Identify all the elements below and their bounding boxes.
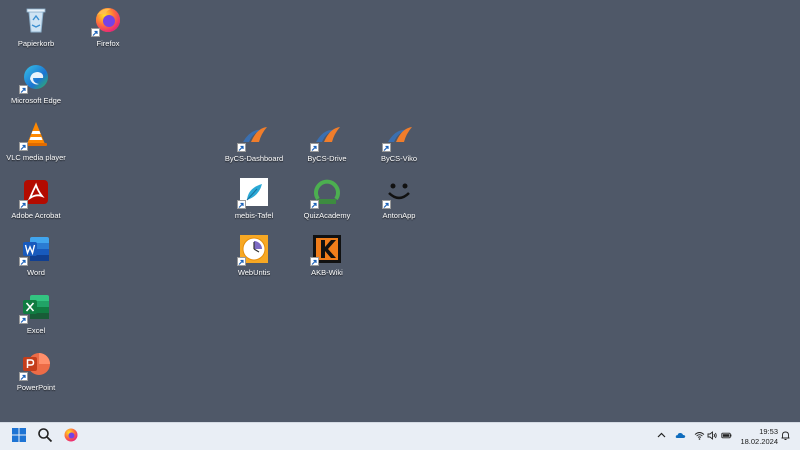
desktop-icon-bycs-dashboard[interactable]: ByCS-Dashboard xyxy=(214,119,294,171)
shortcut-arrow-icon xyxy=(310,143,319,152)
desktop-icon-firefox[interactable]: Firefox xyxy=(68,4,148,56)
wifi-icon xyxy=(694,428,705,446)
shortcut-arrow-icon xyxy=(19,85,28,94)
desktop-icon-edge[interactable]: Microsoft Edge xyxy=(0,61,76,113)
notifications-button[interactable] xyxy=(779,431,791,443)
firefox-icon xyxy=(91,4,124,37)
desktop-icon-label: Papierkorb xyxy=(17,39,55,48)
desktop-icon-vlc[interactable]: VLC media player xyxy=(0,118,76,170)
edge-icon xyxy=(19,61,52,94)
quizacademy-icon xyxy=(310,176,343,209)
shortcut-arrow-icon xyxy=(19,257,28,266)
chevron-up-icon xyxy=(656,428,667,446)
desktop-icon-bycs-drive[interactable]: ByCS-Drive xyxy=(287,119,367,171)
shortcut-arrow-icon xyxy=(310,200,319,209)
taskbar-firefox-button[interactable] xyxy=(60,426,82,448)
search-button[interactable] xyxy=(34,426,56,448)
akb-wiki-icon xyxy=(310,233,343,266)
shortcut-arrow-icon xyxy=(19,315,28,324)
desktop-icon-acrobat[interactable]: Adobe Acrobat xyxy=(0,176,76,228)
shortcut-arrow-icon xyxy=(237,143,246,152)
taskbar-clock[interactable]: 19:53 18.02.2024 xyxy=(736,427,778,447)
vlc-icon xyxy=(19,118,52,151)
start-button[interactable] xyxy=(8,426,30,448)
onedrive-icon xyxy=(675,428,686,446)
powerpoint-icon xyxy=(19,348,52,381)
desktop-icon-label: VLC media player xyxy=(6,153,66,162)
desktop-icon-word[interactable]: Word xyxy=(0,233,76,285)
shortcut-arrow-icon xyxy=(382,143,391,152)
desktop-icon-webuntis[interactable]: WebUntis xyxy=(214,233,294,285)
network-button[interactable] xyxy=(693,431,705,443)
desktop-icon-powerpoint[interactable]: PowerPoint xyxy=(0,348,76,400)
desktop-icon-quizacademy[interactable]: QuizAcademy xyxy=(287,176,367,228)
shortcut-arrow-icon xyxy=(19,372,28,381)
desktop: Papierkorb Firefox Microsoft Edge VLC me… xyxy=(0,0,800,422)
desktop-icon-label: Excel xyxy=(26,326,46,335)
battery-icon xyxy=(720,428,732,446)
desktop-icon-label: Firefox xyxy=(96,39,120,48)
shortcut-arrow-icon xyxy=(91,28,100,37)
acrobat-icon xyxy=(19,176,52,209)
firefox-icon xyxy=(63,427,79,448)
desktop-icon-label: Microsoft Edge xyxy=(10,96,62,105)
desktop-icon-recycle-bin[interactable]: Papierkorb xyxy=(0,4,76,56)
onedrive-button[interactable] xyxy=(674,431,686,443)
show-hidden-icons-button[interactable] xyxy=(655,431,667,443)
desktop-icon-label: Word xyxy=(27,268,45,277)
desktop-icon-akb-wiki[interactable]: AKB-Wiki xyxy=(287,233,367,285)
desktop-icon-excel[interactable]: Excel xyxy=(0,291,76,343)
shortcut-arrow-icon xyxy=(310,257,319,266)
battery-button[interactable] xyxy=(720,431,732,443)
bycs-icon xyxy=(382,119,415,152)
search-icon xyxy=(37,427,53,448)
desktop-icon-antonapp[interactable]: AntonApp xyxy=(359,176,439,228)
word-icon xyxy=(19,233,52,266)
desktop-icon-label: ByCS-Dashboard xyxy=(224,154,284,163)
recycle-bin-icon xyxy=(20,4,52,36)
desktop-icon-bycs-viko[interactable]: ByCS-Viko xyxy=(359,119,439,171)
taskbar: 19:53 18.02.2024 xyxy=(0,422,800,450)
webuntis-icon xyxy=(237,233,270,266)
bycs-icon xyxy=(310,119,343,152)
excel-icon xyxy=(19,291,52,324)
mebis-icon xyxy=(237,176,270,209)
desktop-icon-label: Adobe Acrobat xyxy=(11,211,61,220)
shortcut-arrow-icon xyxy=(237,257,246,266)
shortcut-arrow-icon xyxy=(19,142,28,151)
shortcut-arrow-icon xyxy=(237,200,246,209)
desktop-icon-mebis-tafel[interactable]: mebis-Tafel xyxy=(214,176,294,228)
anton-icon xyxy=(382,176,415,209)
clock-date: 18.02.2024 xyxy=(740,437,778,446)
shortcut-arrow-icon xyxy=(382,200,391,209)
notification-bell-icon xyxy=(780,428,791,446)
volume-icon xyxy=(707,428,718,446)
start-icon xyxy=(11,427,27,448)
volume-button[interactable] xyxy=(706,431,718,443)
clock-time: 19:53 xyxy=(759,427,778,436)
shortcut-arrow-icon xyxy=(19,200,28,209)
bycs-icon xyxy=(237,119,270,152)
